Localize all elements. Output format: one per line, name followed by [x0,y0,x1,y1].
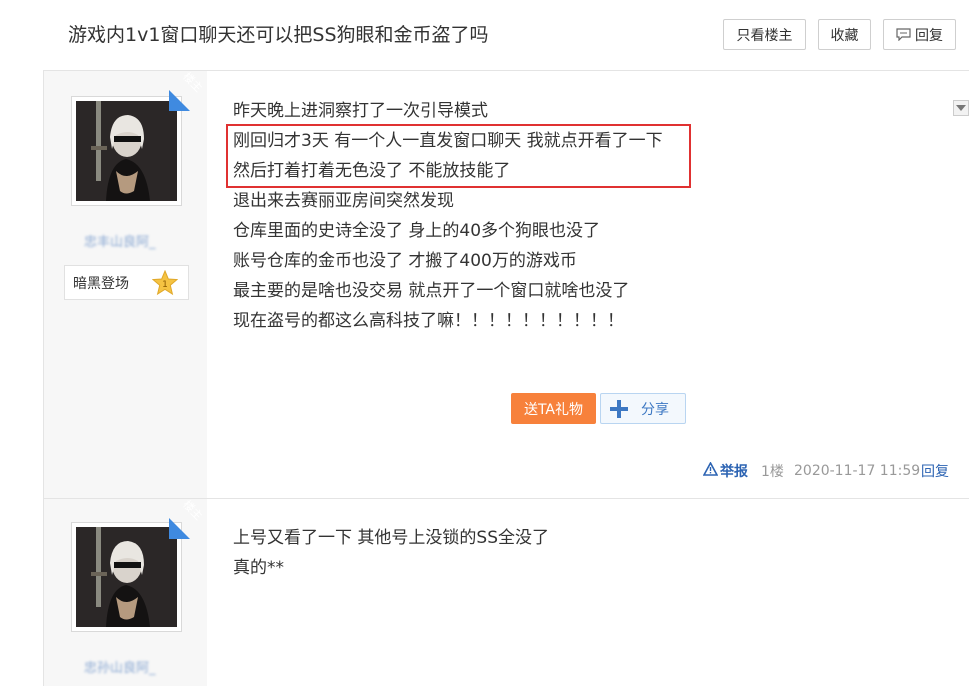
avatar-image [76,101,177,201]
thread-title: 游戏内1v1窗口聊天还可以把SS狗眼和金币盗了吗 [68,24,489,46]
post-line: 账号仓库的金币也没了 才搬了400万的游戏币 [233,251,577,271]
chevron-down-icon [956,105,966,111]
post-line: 退出来去赛丽亚房间突然发现 [233,191,454,211]
reply-button[interactable]: 回复 [883,19,956,50]
username[interactable]: 忠丰山良阿_ [84,231,156,250]
op-ribbon: 楼主 [169,498,209,539]
post-reply-link[interactable]: 回复 [921,461,949,481]
post-line: 真的** [233,558,284,578]
send-gift-button[interactable]: 送TA礼物 [511,393,596,424]
report-label: 举报 [720,464,748,480]
post-2: 忠孙山良阿_ 楼主 上号又看了一下 其他号上没锁的SS全没了 真的** [43,498,969,686]
post-line: 最主要的是啥也没交易 就点开了一个窗口就啥也没了 [233,281,630,301]
avatar-image [76,527,177,627]
post-line: 现在盗号的都这么高科技了嘛！！！！！！！！！！ [233,311,624,331]
author-column: 忠丰山良阿_ 暗黑登场 1 [44,71,207,498]
comment-icon [896,28,911,42]
only-op-button[interactable]: 只看楼主 [723,19,806,50]
floor-number: 1楼 [761,464,784,480]
post-line: 仓库里面的史诗全没了 身上的40多个狗眼也没了 [233,221,601,241]
avatar[interactable] [71,522,182,632]
star-icon: 1 [151,269,179,296]
favorite-button[interactable]: 收藏 [818,19,871,50]
report-link[interactable]: 举报 [702,461,748,481]
share-icon [609,399,629,419]
op-ribbon: 楼主 [169,70,209,111]
level-badge[interactable]: 暗黑登场 1 [64,265,189,300]
avatar[interactable] [71,96,182,206]
post-menu-dropdown[interactable] [953,100,969,116]
highlight-annotation [226,124,691,188]
post-line: 昨天晚上进洞察打了一次引导模式 [233,101,488,121]
share-label: 分享 [641,401,669,418]
post-time: 2020-11-17 11:59 [794,463,921,479]
share-button[interactable]: 分享 [600,393,686,424]
level-number: 1 [162,280,168,290]
thread-header: 游戏内1v1窗口聊天还可以把SS狗眼和金币盗了吗 只看楼主 收藏 回复 [0,0,969,70]
post-line: 上号又看了一下 其他号上没锁的SS全没了 [233,528,549,548]
reply-button-label: 回复 [915,27,943,44]
post-content: 上号又看了一下 其他号上没锁的SS全没了 真的** [233,523,549,583]
username[interactable]: 忠孙山良阿_ [84,657,156,676]
level-name: 暗黑登场 [73,275,129,292]
warning-icon [702,461,719,480]
